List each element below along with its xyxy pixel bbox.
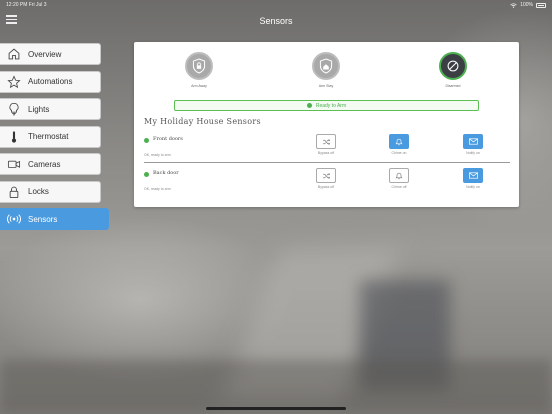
sidebar-item-cameras[interactable]: Cameras xyxy=(0,153,101,175)
divider xyxy=(144,162,510,163)
sensor-name: Back door xyxy=(153,170,179,176)
arm-away-button[interactable]: Arm Away xyxy=(174,52,224,88)
sidebar-item-lights[interactable]: Lights xyxy=(0,98,101,120)
sensor-status-dot xyxy=(144,138,149,143)
shuffle-icon xyxy=(316,134,336,149)
notify-label: Notify on xyxy=(466,151,480,155)
sidebar-item-automations[interactable]: Automations xyxy=(0,70,101,93)
sensor-row: Front doors OK, ready to arm Bypass off … xyxy=(144,134,510,164)
shield-lock-icon xyxy=(185,52,213,80)
bypass-label: Bypass off xyxy=(317,185,335,189)
lock-icon xyxy=(0,181,28,203)
sensor-status: OK, ready to arm xyxy=(144,187,171,191)
sidebar-item-label: Lights xyxy=(28,104,50,114)
chime-button[interactable]: Chime on xyxy=(384,134,414,155)
shuffle-icon xyxy=(316,168,336,183)
thermometer-icon xyxy=(0,126,28,148)
chime-label: Chime on xyxy=(391,151,407,155)
sensor-status: OK, ready to arm xyxy=(144,153,171,157)
chime-button[interactable]: Chime off xyxy=(384,168,414,189)
arm-stay-button[interactable]: Arm Stay xyxy=(301,52,351,88)
sidebar-item-locks[interactable]: Locks xyxy=(0,180,101,203)
arm-stay-label: Arm Stay xyxy=(318,84,334,88)
status-right: 100% xyxy=(510,2,546,8)
status-dot xyxy=(306,103,312,108)
notify-label: Notify on xyxy=(466,185,480,189)
chime-label: Chime off xyxy=(391,185,407,189)
home-icon xyxy=(0,43,28,65)
sidebar-item-label: Cameras xyxy=(28,159,61,169)
ready-to-arm-banner: Ready to Arm xyxy=(174,100,479,111)
battery-icon xyxy=(536,2,546,8)
wifi-icon xyxy=(510,2,517,8)
sensor-name: Front doors xyxy=(153,136,183,142)
status-time: 12:20 PM Fri Jul 3 xyxy=(6,2,47,8)
bypass-button[interactable]: Bypass off xyxy=(311,134,341,155)
sidebar: Overview Automations Lights Thermostat C… xyxy=(0,43,109,236)
section-title: My Holiday House Sensors xyxy=(144,117,261,126)
sidebar-item-sensors[interactable]: Sensors xyxy=(0,208,109,230)
sensors-panel: Arm Away Arm Stay Disarmed Ready to Arm … xyxy=(134,42,519,207)
bell-icon xyxy=(389,134,409,149)
disarmed-button[interactable]: Disarmed xyxy=(428,52,478,88)
sidebar-item-label: Automations xyxy=(28,77,73,86)
home-indicator[interactable] xyxy=(206,407,346,410)
broadcast-icon xyxy=(0,208,28,230)
battery-percent: 100% xyxy=(520,2,533,8)
status-date: Fri Jul 3 xyxy=(28,2,47,8)
sidebar-item-label: Thermostat xyxy=(28,132,69,141)
star-icon xyxy=(0,71,28,93)
sidebar-item-label: Overview xyxy=(28,49,62,59)
bypass-button[interactable]: Bypass off xyxy=(311,168,341,189)
status-bar: 12:20 PM Fri Jul 3 100% xyxy=(0,0,552,10)
mail-icon xyxy=(463,168,483,183)
camera-icon xyxy=(0,153,28,175)
background-shape xyxy=(0,360,552,414)
disarmed-icon xyxy=(439,52,467,80)
arm-away-label: Arm Away xyxy=(191,84,207,88)
bypass-label: Bypass off xyxy=(317,151,335,155)
sensor-status-dot xyxy=(144,172,149,177)
status-clock: 12:20 PM xyxy=(6,2,28,8)
disarmed-label: Disarmed xyxy=(445,84,461,88)
mail-icon xyxy=(463,134,483,149)
sidebar-item-label: Locks xyxy=(28,187,49,196)
sidebar-item-thermostat[interactable]: Thermostat xyxy=(0,125,101,148)
page-title: Sensors xyxy=(259,16,293,26)
sensor-row: Back door OK, ready to arm Bypass off Ch… xyxy=(144,168,510,198)
notify-button[interactable]: Notify on xyxy=(458,134,488,155)
shield-home-icon xyxy=(312,52,340,80)
bell-icon xyxy=(389,168,409,183)
notify-button[interactable]: Notify on xyxy=(458,168,488,189)
bulb-icon xyxy=(0,98,28,120)
sidebar-item-label: Sensors xyxy=(28,214,58,224)
ready-text: Ready to Arm xyxy=(315,102,347,109)
sidebar-item-overview[interactable]: Overview xyxy=(0,43,101,65)
